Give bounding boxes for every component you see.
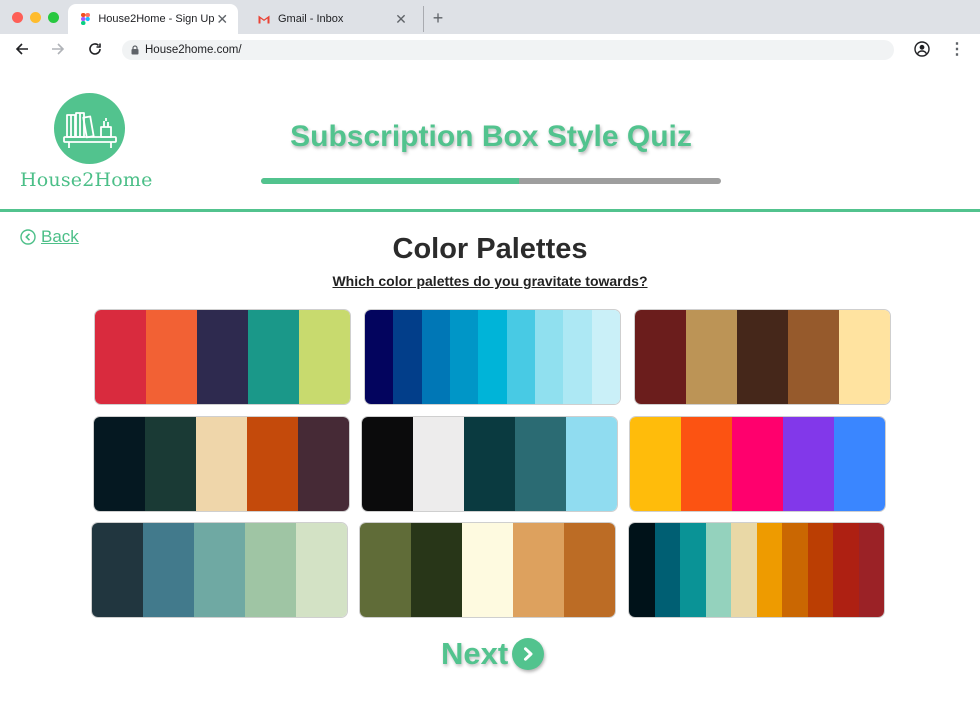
color-palette-option[interactable]	[359, 522, 616, 618]
tab-title: House2Home - Sign Up	[98, 13, 215, 25]
color-swatch	[756, 523, 782, 617]
color-swatch	[413, 417, 464, 511]
color-palette-option[interactable]	[361, 416, 618, 512]
brand-name: House2Home	[20, 169, 153, 191]
window-controls	[12, 12, 59, 23]
color-swatch	[858, 523, 884, 617]
color-swatch	[94, 417, 145, 511]
more-menu-icon[interactable]: ⋮	[949, 39, 965, 59]
tab-title: Gmail - Inbox	[278, 13, 344, 25]
color-palette-option[interactable]	[91, 522, 348, 618]
figma-icon	[80, 13, 90, 25]
forward-arrow-icon[interactable]	[48, 39, 68, 59]
maximize-window-button[interactable]	[48, 12, 59, 23]
color-swatch	[298, 417, 349, 511]
browser-tab-bar: House2Home - Sign Up ✕ Gmail - Inbox ✕ +	[0, 0, 980, 34]
color-swatch	[478, 310, 507, 404]
color-swatch	[393, 310, 422, 404]
quiz-progress-bar	[261, 178, 721, 184]
back-arrow-icon[interactable]	[12, 39, 32, 59]
color-swatch	[635, 310, 686, 404]
color-swatch	[807, 523, 833, 617]
color-swatch	[629, 523, 655, 617]
close-window-button[interactable]	[12, 12, 23, 23]
next-button[interactable]: Next	[441, 636, 545, 672]
tab-separator	[423, 6, 424, 32]
color-swatch	[564, 523, 615, 617]
close-tab-icon[interactable]: ✕	[215, 10, 231, 28]
color-palette-option[interactable]	[628, 522, 885, 618]
color-swatch	[782, 523, 808, 617]
color-swatch	[630, 417, 681, 511]
color-swatch	[705, 523, 731, 617]
progress-fill	[261, 178, 519, 184]
color-swatch	[513, 523, 564, 617]
lock-icon	[130, 45, 140, 55]
question-prompt: Which color palettes do you gravitate to…	[332, 273, 648, 289]
color-palette-option[interactable]	[94, 309, 351, 405]
header-divider	[0, 209, 980, 212]
color-swatch	[95, 310, 146, 404]
color-swatch	[245, 523, 296, 617]
color-palette-option[interactable]	[93, 416, 350, 512]
color-swatch	[732, 417, 783, 511]
color-swatch	[839, 310, 890, 404]
color-swatch	[534, 310, 564, 404]
color-swatch	[783, 417, 834, 511]
reload-icon[interactable]	[85, 39, 105, 59]
color-swatch	[143, 523, 194, 617]
color-swatch	[145, 417, 196, 511]
browser-toolbar: House2home.com/ ⋮	[0, 34, 980, 65]
color-swatch	[654, 523, 680, 617]
color-swatch	[146, 310, 197, 404]
color-swatch	[566, 417, 617, 511]
color-swatch	[299, 310, 350, 404]
question-title: Color Palettes	[392, 233, 588, 265]
color-swatch	[194, 523, 245, 617]
color-swatch	[680, 523, 706, 617]
color-swatch	[833, 523, 859, 617]
color-swatch	[197, 310, 248, 404]
color-swatch	[248, 310, 299, 404]
color-swatch	[421, 310, 450, 404]
url-text: House2home.com/	[145, 44, 242, 56]
tab-gmail[interactable]: Gmail - Inbox ✕	[246, 4, 418, 34]
color-swatch	[515, 417, 566, 511]
color-swatch	[788, 310, 839, 404]
address-bar[interactable]: House2home.com/	[122, 40, 894, 60]
next-label: Next	[441, 636, 509, 671]
color-swatch	[365, 310, 394, 404]
color-swatch	[506, 310, 535, 404]
gmail-icon	[258, 13, 270, 25]
profile-icon[interactable]	[912, 39, 932, 59]
color-swatch	[464, 417, 515, 511]
color-swatch	[411, 523, 462, 617]
close-tab-icon[interactable]: ✕	[392, 10, 410, 28]
color-swatch	[681, 417, 732, 511]
color-swatch	[247, 417, 298, 511]
color-swatch	[737, 310, 788, 404]
color-swatch	[591, 310, 620, 404]
new-tab-icon[interactable]: +	[428, 8, 448, 28]
color-swatch	[731, 523, 757, 617]
tab-house2home[interactable]: House2Home - Sign Up ✕	[68, 4, 238, 34]
color-swatch	[196, 417, 247, 511]
color-palette-option[interactable]	[629, 416, 886, 512]
house2home-logo-icon	[54, 93, 125, 164]
color-swatch	[686, 310, 737, 404]
page-content: House2Home Subscription Box Style Quiz B…	[0, 65, 980, 702]
quiz-title: Subscription Box Style Quiz	[290, 120, 692, 153]
color-swatch	[92, 523, 143, 617]
color-palette-option[interactable]	[634, 309, 891, 405]
color-swatch	[449, 310, 479, 404]
color-swatch	[296, 523, 347, 617]
color-swatch	[462, 523, 513, 617]
color-swatch	[362, 417, 413, 511]
color-swatch	[563, 310, 592, 404]
color-swatch	[360, 523, 411, 617]
minimize-window-button[interactable]	[30, 12, 41, 23]
color-palette-option[interactable]	[364, 309, 621, 405]
chevron-right-icon	[512, 638, 545, 670]
color-swatch	[834, 417, 885, 511]
